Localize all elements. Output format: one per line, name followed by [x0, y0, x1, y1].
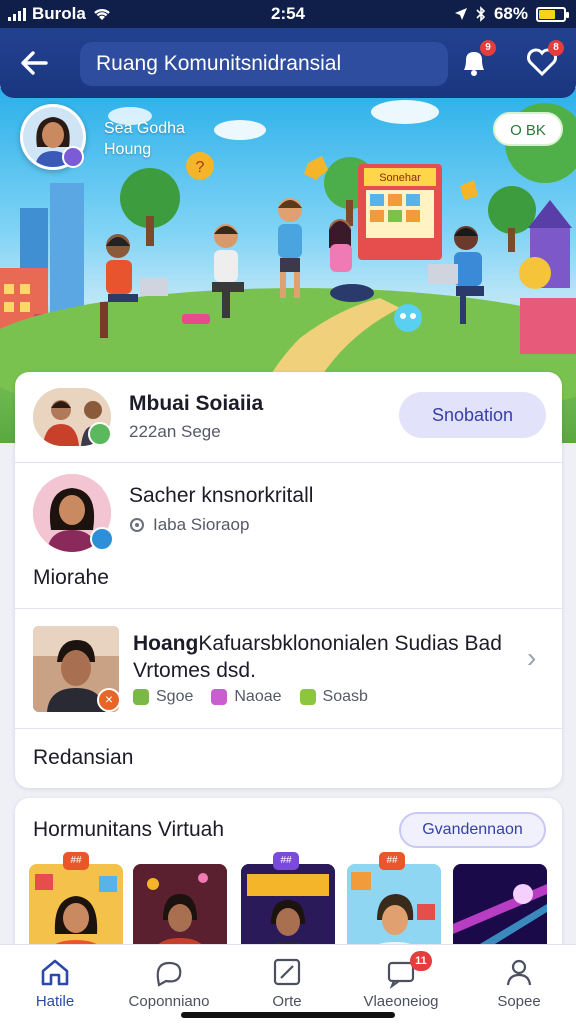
- member-meta: Iaba Sioraop: [129, 515, 249, 535]
- tab-community[interactable]: Coponniano: [114, 955, 224, 1010]
- post-title-line2: Vrtomes dsd.: [133, 659, 256, 682]
- see-all-button[interactable]: Gvandennaon: [399, 812, 546, 848]
- bluetooth-icon: [476, 6, 486, 22]
- tag-2[interactable]: Naoae: [211, 688, 282, 706]
- banner-action-button[interactable]: O BK: [493, 112, 563, 146]
- member-name: Sacher knsnorkritall: [129, 484, 314, 507]
- tab-label: Vlaeoneiog: [363, 993, 439, 1010]
- divider: [15, 608, 562, 609]
- divider: [15, 462, 562, 463]
- post-title[interactable]: HoangKafuarsbklononialen Sudias Bad Vrto…: [133, 630, 533, 684]
- tag-1[interactable]: Sgoe: [133, 688, 193, 706]
- tag-label: Soasb: [322, 688, 368, 705]
- tab-label: Sopee: [497, 993, 541, 1010]
- notification-badge: 9: [480, 40, 496, 56]
- location-icon: [454, 8, 467, 20]
- status-bar: Burola 2:54 68%: [0, 0, 576, 28]
- community-feed-card: Mbuai Soiaiia 222an Sege Snobation Sache…: [15, 372, 562, 788]
- tab-profile[interactable]: Sopee: [464, 955, 574, 1010]
- favorites-button[interactable]: 8: [524, 40, 564, 82]
- svg-text:?: ?: [196, 159, 205, 176]
- close-badge-icon: ×: [97, 688, 121, 712]
- battery-percent: 68%: [493, 4, 528, 23]
- member-badge-icon: [90, 527, 114, 551]
- online-badge-icon: [88, 422, 112, 446]
- profile-icon: [506, 959, 532, 986]
- banner-user-info: Sea Godha Houng: [104, 118, 185, 160]
- notification-button[interactable]: 9: [456, 40, 496, 82]
- tag-3[interactable]: Soasb: [299, 688, 368, 706]
- chevron-right-icon[interactable]: ›: [527, 642, 536, 674]
- shop-sign: Sonehar: [379, 172, 421, 184]
- tab-create[interactable]: Orte: [232, 955, 342, 1010]
- tab-label: Orte: [272, 993, 302, 1010]
- favorites-badge: 8: [548, 40, 564, 56]
- chat-bubble-icon: [156, 961, 182, 987]
- tag-label: Naoae: [234, 688, 282, 705]
- verified-badge-icon: [62, 146, 84, 168]
- dot-icon: [299, 689, 316, 705]
- thumb-badge: ##: [273, 852, 299, 870]
- banner-user-sub: Houng: [104, 141, 152, 158]
- group-subtitle: 222an Sege: [129, 422, 221, 441]
- join-button[interactable]: Snobation: [399, 392, 546, 438]
- search-field[interactable]: Ruang Komunitsnidransial: [80, 42, 448, 86]
- thumb-badge: ##: [63, 852, 89, 870]
- bookmark-icon: [211, 689, 228, 705]
- top-app-bar: Ruang Komunitsnidransial 9 8: [0, 28, 576, 98]
- section-heading: Redansian: [33, 746, 134, 769]
- leaf-icon: [133, 689, 149, 705]
- post-title-text: Kafuarsbklononialen Sudias Bad: [198, 632, 502, 655]
- post-author-name: Hoang: [133, 632, 199, 655]
- tab-label: Coponniano: [128, 993, 210, 1010]
- messages-badge: 11: [410, 951, 432, 971]
- tab-messaging[interactable]: 11 Vlaeoneiog: [346, 951, 456, 1010]
- group-title: Mbuai Soiaiia: [129, 392, 264, 415]
- post-tags: Sgoe Naoae Soasb: [133, 688, 368, 706]
- back-button[interactable]: [18, 46, 56, 80]
- divider: [15, 728, 562, 729]
- communities-title: Hormunitans Virtuah: [33, 818, 225, 841]
- tag-label: Sgoe: [156, 688, 194, 705]
- tab-home[interactable]: Hatile: [0, 955, 110, 1010]
- location-pin-icon: [130, 518, 144, 532]
- arrow-left-icon: [21, 51, 48, 75]
- edit-icon: [273, 958, 301, 986]
- home-indicator: [181, 1012, 395, 1018]
- banner-user-name: Sea Godha: [104, 120, 185, 137]
- thumb-badge: ##: [379, 852, 405, 870]
- battery-icon: [536, 6, 569, 22]
- home-icon: [41, 959, 69, 986]
- section-heading: Miorahe: [33, 566, 109, 589]
- member-subtitle: Iaba Sioraop: [153, 515, 250, 534]
- tab-label: Hatile: [35, 993, 75, 1010]
